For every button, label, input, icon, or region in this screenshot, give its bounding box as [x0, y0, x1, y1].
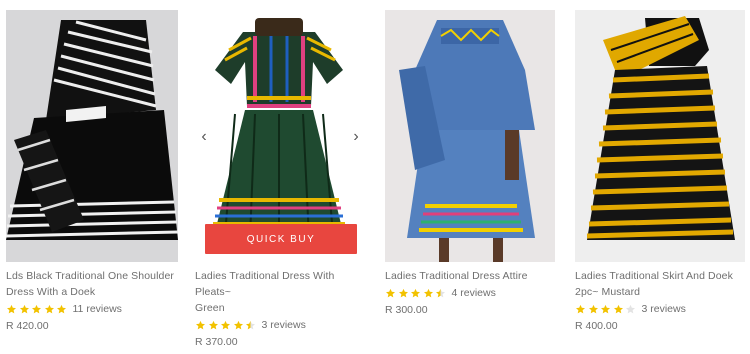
product-card-3[interactable]: Ladies Traditional Dress Attire 4 review… [385, 0, 555, 318]
title-line: Green [195, 302, 225, 314]
star-icon [208, 320, 219, 331]
quick-buy-button[interactable]: QUICK BUY [205, 224, 357, 254]
product-title[interactable]: Ladies Traditional Skirt And Doek 2pc~ M… [575, 268, 745, 300]
product-title[interactable]: Ladies Traditional Dress Attire [385, 268, 555, 284]
review-count[interactable]: 3 reviews [642, 303, 686, 315]
star-icon [588, 304, 599, 315]
review-count[interactable]: 3 reviews [262, 319, 306, 331]
star-icon [625, 304, 636, 315]
star-icon [613, 304, 624, 315]
product-image[interactable] [385, 10, 555, 262]
product-card-2[interactable]: ‹ › QUICK BUY Ladies Traditional Dress W… [195, 0, 363, 350]
product-title[interactable]: Lds Black Traditional One Shoulder Dress… [6, 268, 178, 300]
star-icon [220, 320, 231, 331]
star-icon [19, 304, 30, 315]
title-line: 2pc~ Mustard [575, 286, 641, 298]
next-image-button[interactable]: › [349, 128, 363, 146]
product-price: R 400.00 [575, 320, 618, 332]
star-icon [6, 304, 17, 315]
star-rating [195, 320, 258, 331]
title-line: Ladies Traditional Skirt And Doek [575, 270, 733, 282]
star-icon [195, 320, 206, 331]
star-icon [423, 288, 434, 299]
product-image[interactable] [575, 10, 745, 262]
star-icon [233, 320, 244, 331]
star-icon [56, 304, 67, 315]
title-line: Lds Black Traditional One Shoulder [6, 270, 174, 282]
review-count[interactable]: 4 reviews [452, 287, 496, 299]
product-price: R 420.00 [6, 320, 49, 332]
star-rating [385, 288, 448, 299]
product-image[interactable]: ‹ › QUICK BUY [195, 10, 363, 262]
star-icon [410, 288, 421, 299]
product-price: R 370.00 [195, 336, 238, 348]
star-icon [31, 304, 42, 315]
star-icon [435, 288, 446, 299]
previous-image-button[interactable]: ‹ [197, 128, 211, 146]
star-icon [245, 320, 256, 331]
product-card-1[interactable]: Lds Black Traditional One Shoulder Dress… [6, 0, 178, 334]
product-price: R 300.00 [385, 304, 428, 316]
star-icon [44, 304, 55, 315]
title-line: Dress With a Doek [6, 286, 96, 298]
star-icon [600, 304, 611, 315]
product-image[interactable] [6, 10, 178, 262]
rating: 4 reviews [385, 285, 555, 301]
star-rating [575, 304, 638, 315]
rating: 3 reviews [575, 301, 745, 317]
rating: 3 reviews [195, 317, 363, 333]
star-icon [575, 304, 586, 315]
review-count[interactable]: 11 reviews [73, 303, 122, 315]
rating: 11 reviews [6, 301, 178, 317]
title-line: Ladies Traditional Dress With Pleats~ [195, 270, 335, 298]
star-icon [398, 288, 409, 299]
star-rating [6, 304, 69, 315]
product-title[interactable]: Ladies Traditional Dress With Pleats~ Gr… [195, 268, 363, 316]
product-grid: Lds Black Traditional One Shoulder Dress… [0, 0, 750, 354]
title-line: Ladies Traditional Dress Attire [385, 270, 528, 282]
product-card-4[interactable]: Ladies Traditional Skirt And Doek 2pc~ M… [575, 0, 745, 334]
star-icon [385, 288, 396, 299]
